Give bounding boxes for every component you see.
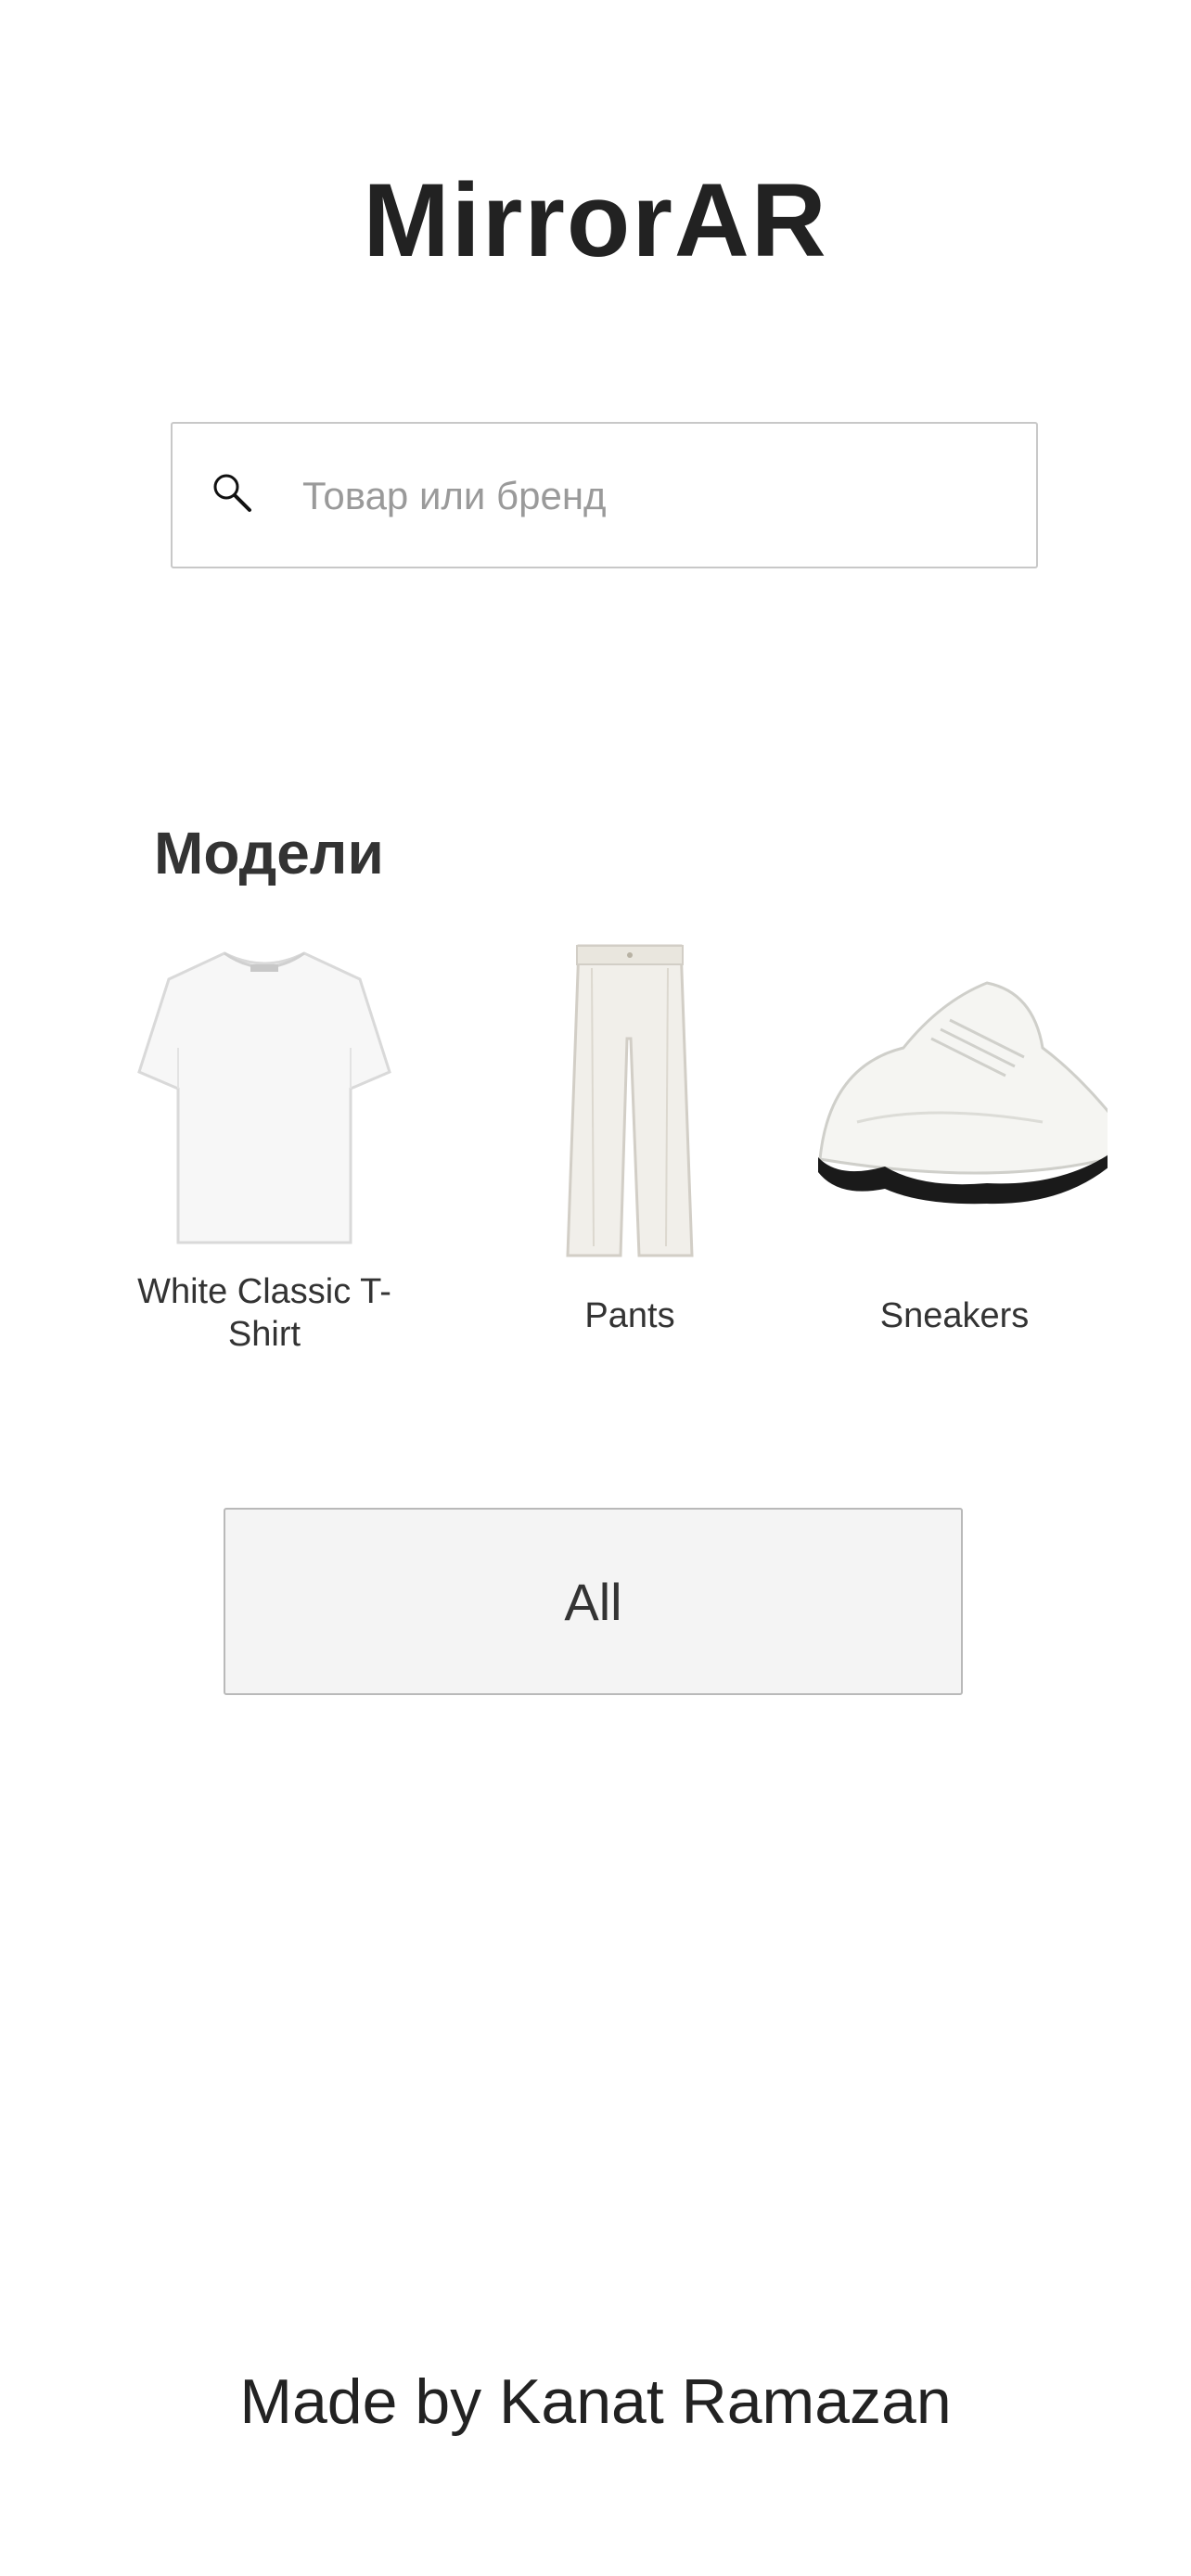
search-icon: [213, 474, 251, 512]
search-input[interactable]: [302, 452, 1007, 541]
t-shirt-image: [137, 951, 391, 1244]
all-button[interactable]: All: [224, 1508, 963, 1695]
sneakers-image: [818, 981, 1108, 1205]
footer-credit: Made by Kanat Ramazan: [239, 2366, 952, 2437]
product-card-tshirt[interactable]: White Classic T-Shirt: [111, 937, 417, 1356]
section-title-models: Модели: [154, 820, 384, 886]
product-label-pants: Pants: [584, 1296, 675, 1335]
product-card-sneakers[interactable]: Sneakers: [801, 937, 1108, 1337]
pants-image: [566, 944, 694, 1257]
product-card-pants[interactable]: Pants: [477, 937, 783, 1337]
search-box[interactable]: [171, 422, 1038, 568]
product-label-tshirt: White Classic T-Shirt: [137, 1272, 391, 1354]
app-title: MirrorAR: [363, 162, 828, 278]
product-label-sneakers: Sneakers: [879, 1296, 1030, 1335]
